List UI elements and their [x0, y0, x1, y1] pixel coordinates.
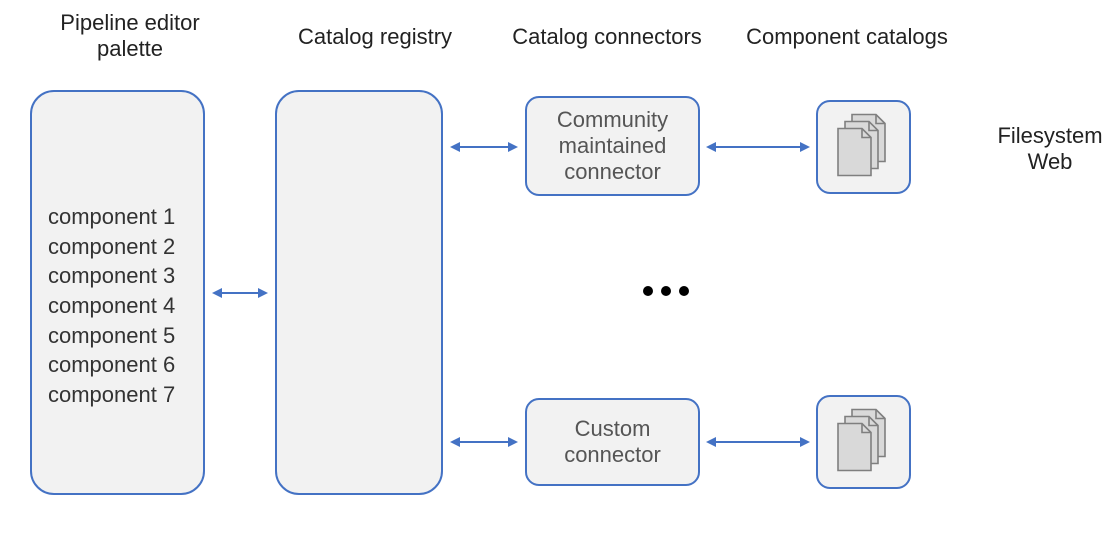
bidirectional-arrow-icon — [450, 140, 518, 154]
list-item: component 2 — [48, 232, 175, 262]
list-item: component 4 — [48, 291, 175, 321]
diagram-canvas: Pipeline editor palette Catalog registry… — [0, 0, 1109, 547]
bidirectional-arrow-icon — [706, 140, 810, 154]
list-item: component 7 — [48, 380, 175, 410]
list-item: component 6 — [48, 350, 175, 380]
list-item: component 1 — [48, 202, 175, 232]
ellipsis-icon — [643, 286, 689, 296]
catalog-box-bottom — [816, 395, 911, 489]
custom-connector-label: Custom connector — [527, 416, 698, 468]
bidirectional-arrow-icon — [450, 435, 518, 449]
bidirectional-arrow-icon — [706, 435, 810, 449]
heading-connectors: Catalog connectors — [497, 24, 717, 50]
documents-icon — [835, 113, 893, 182]
community-connector-box: Community maintained connector — [525, 96, 700, 196]
heading-catalogs: Component catalogs — [727, 24, 967, 50]
list-item: component 3 — [48, 261, 175, 291]
palette-list: component 1 component 2 component 3 comp… — [48, 202, 175, 410]
heading-palette: Pipeline editor palette — [30, 10, 230, 62]
catalog-box-top — [816, 100, 911, 194]
palette-box: component 1 component 2 component 3 comp… — [30, 90, 205, 495]
side-text: Filesystem Web — [990, 123, 1109, 175]
custom-connector-box: Custom connector — [525, 398, 700, 486]
heading-registry: Catalog registry — [275, 24, 475, 50]
list-item: component 5 — [48, 321, 175, 351]
documents-icon — [835, 408, 893, 477]
community-connector-label: Community maintained connector — [527, 107, 698, 185]
registry-box — [275, 90, 443, 495]
bidirectional-arrow-icon — [212, 286, 268, 300]
